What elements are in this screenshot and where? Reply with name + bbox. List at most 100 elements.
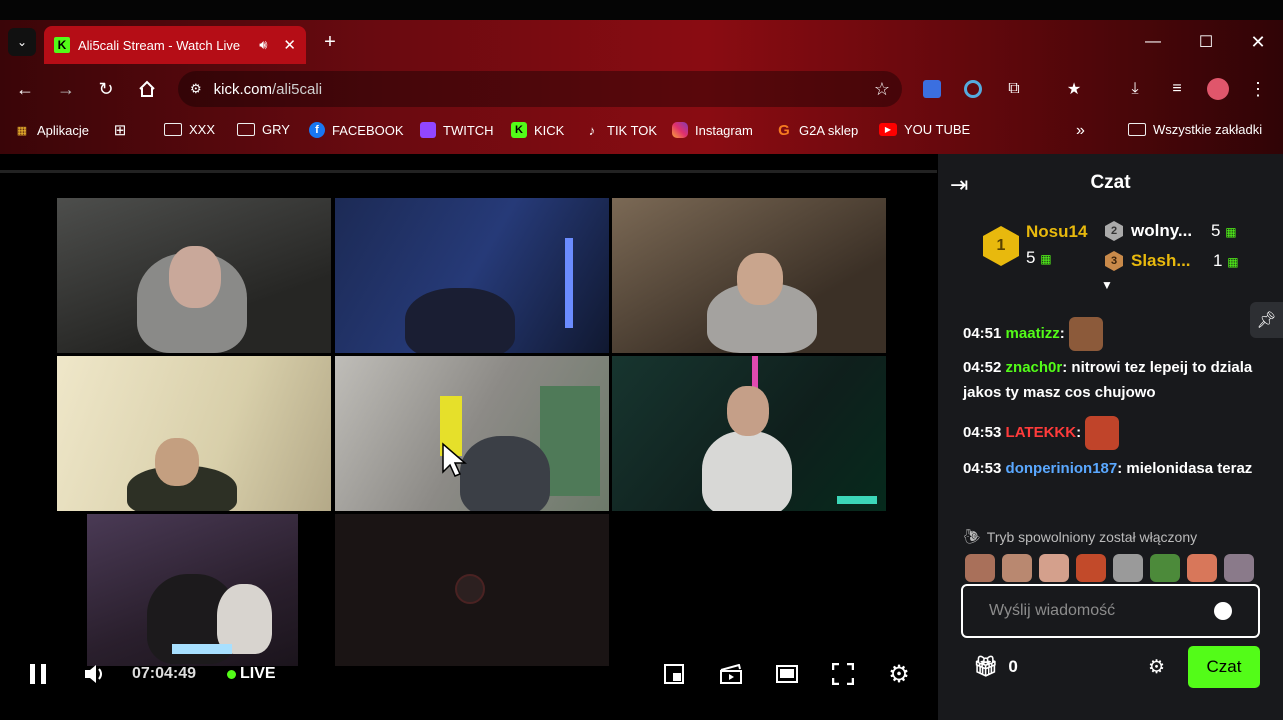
screen-top-bar (0, 0, 1283, 20)
address-bar[interactable]: ⚙ kick.com/ali5cali ☆ (178, 71, 902, 107)
chat-message-input[interactable]: Wyślij wiadomość (961, 584, 1260, 638)
chat-message-1: 04:51 maatizz: (963, 317, 1263, 351)
site-info-icon[interactable]: ⚙ (190, 81, 202, 97)
leaderboard-first-name[interactable]: Nosu14 (1026, 222, 1087, 242)
emote-icon[interactable] (965, 554, 995, 582)
clapperboard-icon (720, 664, 742, 684)
volume-button[interactable] (80, 660, 110, 688)
home-icon (139, 80, 155, 97)
kick-favicon-icon: K (54, 37, 70, 53)
translate-extension-icon[interactable] (919, 76, 945, 102)
extension-icon[interactable] (960, 76, 986, 102)
reload-button[interactable]: ↻ (93, 76, 119, 102)
all-bookmarks[interactable]: Wszystkie zakładki (1128, 122, 1262, 137)
clip-button[interactable] (717, 661, 745, 687)
emote-icon[interactable] (1002, 554, 1032, 582)
chevron-down-icon: ⌄ (16, 35, 28, 49)
video-tile-7 (87, 514, 298, 666)
minimize-button[interactable]: — (1133, 28, 1173, 56)
emote-icon[interactable] (1076, 554, 1106, 582)
player-top-bar (0, 170, 937, 173)
youtube-icon: ▶ (879, 123, 897, 136)
bookmark-kick[interactable]: K KICK (511, 122, 564, 138)
chat-username[interactable]: maatizz (1006, 325, 1060, 342)
leaderboard-third-name[interactable]: Slash... (1131, 251, 1191, 271)
menu-dots-icon[interactable]: ⋮ (1245, 76, 1271, 102)
active-tab[interactable]: K Ali5cali Stream - Watch Live 🔊︎ ✕ (44, 26, 306, 64)
bookmark-youtube[interactable]: ▶ YOU TUBE (879, 122, 970, 137)
bookmark-instagram[interactable]: Instagram (672, 122, 753, 138)
maximize-button[interactable]: ☐ (1186, 28, 1226, 56)
rank-badge-2: 2 (1105, 221, 1123, 241)
emote-icon[interactable] (1113, 554, 1143, 582)
stream-time: 07:04:49 (132, 665, 197, 682)
leaderboard-first-count: 5 ▦ (1026, 248, 1052, 267)
bookmark-twitch[interactable]: TWITCH (420, 122, 494, 138)
video-tile-5 (335, 356, 609, 511)
fullscreen-icon (832, 663, 854, 685)
emote-icon[interactable] (1039, 554, 1069, 582)
bookmark-facebook[interactable]: f FACEBOOK (309, 122, 404, 138)
bookmark-star-icon[interactable]: ☆ (874, 79, 890, 100)
emote-icon[interactable] (1150, 554, 1180, 582)
instagram-icon (672, 122, 688, 138)
speaker-icon[interactable]: 🔊︎ (259, 37, 267, 53)
bookmark-tiktok[interactable]: ♪ TIK TOK (584, 122, 657, 138)
extensions-puzzle-icon[interactable]: ⧉ (1001, 76, 1027, 102)
pause-button[interactable] (24, 660, 52, 688)
snail-icon: 🐌︎ (963, 528, 981, 544)
live-dot-icon (227, 669, 236, 679)
leaderboard-second-name[interactable]: wolny... (1131, 221, 1192, 241)
chat-panel: ⇥ Czat 1 Nosu14 5 ▦ 2 wolny... 5 ▦ 3 Sla… (938, 154, 1283, 720)
rank-badge-1: 1 (983, 226, 1019, 266)
plus-icon: + (324, 30, 336, 53)
bookmark-g2a[interactable]: G G2A sklep (776, 122, 858, 139)
chat-message-2: 04:52 znach0r: nitrowi tez lepeij to dzi… (963, 359, 1253, 401)
theater-mode-button[interactable] (773, 661, 801, 687)
media-control-icon[interactable]: ≡ (1164, 76, 1190, 102)
video-tile-3 (612, 198, 886, 353)
emote-icon[interactable] (1224, 554, 1254, 582)
forward-button[interactable]: → (53, 76, 79, 102)
chat-username[interactable]: znach0r (1006, 359, 1063, 376)
home-button[interactable] (134, 76, 160, 102)
video-tile-8 (335, 514, 609, 666)
expand-leaderboard-icon[interactable]: ▼ (1101, 278, 1113, 292)
emote-icon (1068, 317, 1103, 351)
tiktok-icon: ♪ (588, 122, 596, 138)
tab-search-button[interactable]: ⌄ (8, 28, 36, 56)
back-button[interactable]: ← (12, 76, 38, 102)
twitch-icon (420, 122, 436, 138)
bookmark-gry[interactable]: GRY (237, 122, 290, 137)
channel-points[interactable]: 🎁︎ 0 (973, 654, 1018, 679)
send-chat-button[interactable]: Czat (1188, 646, 1260, 688)
video-player[interactable]: 07:04:49 LIVE ⚙ (0, 154, 937, 720)
emoji-icon[interactable] (1214, 602, 1232, 620)
live-badge: LIVE (227, 665, 276, 683)
bookmark-xxx[interactable]: XXX (164, 122, 215, 137)
leaderboard-second-count: 5 ▦ (1211, 221, 1237, 240)
grid-icon: ⊞ (113, 122, 127, 139)
new-tab-button[interactable]: + (316, 28, 344, 56)
theater-mode-icon (776, 665, 798, 683)
speaker-icon (85, 665, 102, 683)
gear-icon: ⚙ (1148, 657, 1166, 678)
close-tab-icon[interactable]: ✕ (283, 36, 296, 54)
chat-username[interactable]: LATEKKK (1006, 424, 1077, 441)
emote-icon[interactable] (1187, 554, 1217, 582)
mini-player-button[interactable] (661, 661, 687, 687)
chat-settings-button[interactable]: ⚙ (1148, 656, 1165, 679)
grid-shortcut[interactable]: ⊞ (112, 122, 128, 139)
video-tile-2 (335, 198, 609, 353)
chat-username[interactable]: donperinion187 (1006, 460, 1118, 477)
navigation-bar: ← → ↻ ⚙ kick.com/ali5cali ☆ ⧉ ★ ⤓ ≡ ⋮ (0, 68, 1283, 110)
more-bookmarks-button[interactable]: » (1076, 122, 1085, 140)
download-icon[interactable]: ⤓ (1122, 76, 1148, 102)
emote-icon (1085, 416, 1120, 450)
bookmark-apps[interactable]: ▦ Aplikacje (14, 122, 89, 138)
close-window-button[interactable]: ✕ (1238, 28, 1278, 56)
profile-avatar[interactable] (1205, 76, 1231, 102)
bookmarks-star-icon[interactable]: ★ (1061, 76, 1087, 102)
fullscreen-button[interactable] (829, 661, 857, 687)
settings-button[interactable]: ⚙ (885, 660, 913, 688)
